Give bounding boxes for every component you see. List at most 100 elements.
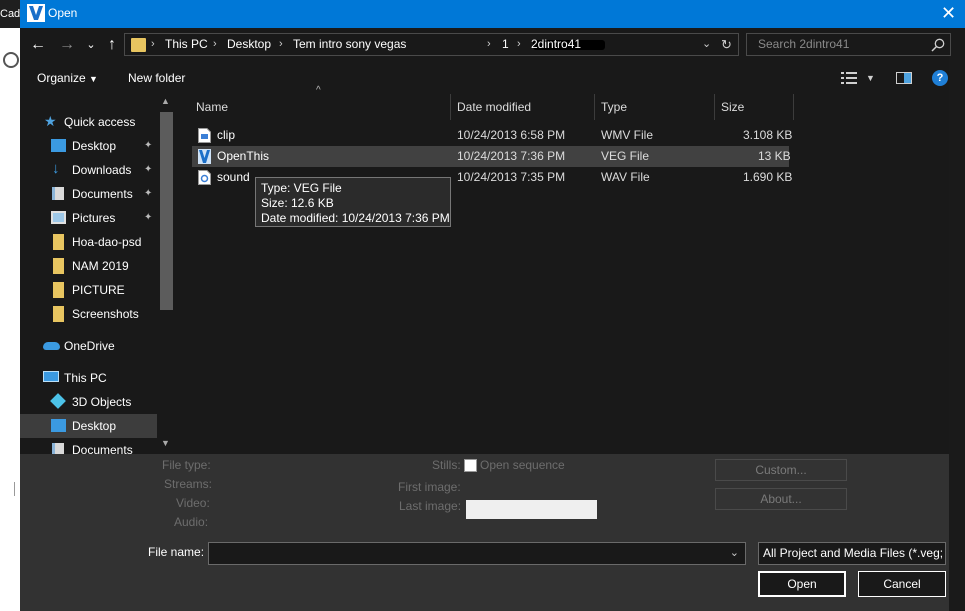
file-name-label: File name: (148, 545, 205, 559)
file-type: VEG File (601, 149, 650, 163)
desktop-folder-icon (51, 419, 66, 432)
documents-icon (52, 443, 64, 454)
last-image-field[interactable] (466, 500, 597, 519)
sidebar-item-pictures[interactable]: Pictures ✦ (20, 206, 158, 230)
column-divider[interactable] (714, 94, 715, 120)
sidebar-item-label: Pictures (72, 211, 116, 225)
up-button[interactable]: ↑ (102, 33, 122, 57)
sidebar-item-label: Downloads (72, 163, 132, 177)
file-name: sound (217, 170, 250, 184)
view-options-icon[interactable] (841, 72, 857, 84)
first-image-label: First image: (398, 480, 461, 494)
address-dropdown-icon[interactable]: ⌄ (702, 34, 711, 55)
file-size: 13 KB (758, 149, 791, 163)
sidebar-item-3d-objects[interactable]: 3D Objects (20, 390, 158, 414)
breadcrumb-tem-intro[interactable]: Tem intro sony vegas (293, 34, 406, 55)
sidebar-item-documents-2[interactable]: Documents (20, 438, 158, 454)
title-bar[interactable] (20, 0, 965, 28)
sidebar-item-desktop-selected[interactable]: Desktop (20, 414, 158, 438)
address-bar[interactable]: › This PC › Desktop › Tem intro sony veg… (124, 33, 739, 56)
back-button[interactable]: ← (28, 33, 48, 57)
view-dropdown-icon[interactable]: ▼ (866, 62, 875, 94)
organize-button[interactable]: Organize ▼ (37, 62, 98, 95)
breadcrumb-this-pc[interactable]: This PC (165, 34, 208, 55)
documents-icon (52, 187, 64, 200)
breadcrumb-desktop[interactable]: Desktop (227, 34, 271, 55)
video-file-icon (198, 128, 211, 143)
column-divider[interactable] (793, 94, 794, 120)
sidebar-item-screenshots[interactable]: Screenshots (20, 302, 158, 326)
cancel-button[interactable]: Cancel (858, 571, 946, 597)
column-header-size[interactable]: Size (721, 94, 744, 120)
organize-label: Organize (37, 71, 86, 85)
chevron-down-icon[interactable]: ⌄ (730, 543, 739, 564)
column-divider[interactable] (594, 94, 595, 120)
sidebar-item-label: Quick access (64, 115, 136, 129)
close-button[interactable]: ✕ (932, 0, 965, 28)
file-date: 10/24/2013 7:36 PM (457, 149, 566, 163)
file-size: 1.690 KB (743, 170, 793, 184)
search-icon[interactable] (930, 37, 946, 53)
pin-icon[interactable]: ✦ (144, 182, 152, 206)
star-icon: ★ (44, 113, 57, 129)
stills-label: Stills: (432, 458, 461, 472)
breadcrumb-2dintro41[interactable]: 2dintro41 (531, 34, 581, 55)
open-sequence-label: Open sequence (480, 458, 565, 472)
column-header-type[interactable]: Type (601, 94, 627, 120)
download-arrow-icon: ↓ (52, 160, 60, 177)
sidebar-item-label: Screenshots (72, 307, 139, 321)
new-folder-button[interactable]: New folder (128, 62, 185, 94)
sidebar-item-downloads[interactable]: ↓ Downloads ✦ (20, 158, 158, 182)
help-icon[interactable]: ? (932, 70, 948, 86)
navigation-scrollbar[interactable]: ▲ ▼ (157, 94, 177, 454)
navigation-pane: ★ Quick access Desktop ✦ ↓ Downloads ✦ D… (20, 94, 177, 454)
sidebar-item-label: This PC (64, 371, 107, 385)
breadcrumb-separator: › (517, 38, 521, 50)
sidebar-item-picture[interactable]: PICTURE (20, 278, 158, 302)
last-image-label: Last image: (399, 499, 462, 513)
folder-icon (53, 306, 64, 322)
file-row-clip[interactable]: clip 10/24/2013 6:58 PM WMV File 3.108 K… (192, 125, 792, 146)
sidebar-item-label: Documents (72, 187, 133, 201)
about-button[interactable]: About... (715, 488, 847, 510)
breadcrumb-1[interactable]: 1 (502, 34, 509, 55)
command-bar: Organize ▼ New folder ▼ ? (20, 62, 949, 94)
scroll-up-icon[interactable]: ▲ (161, 96, 170, 106)
search-placeholder: Search 2dintro41 (758, 37, 850, 51)
sidebar-item-documents[interactable]: Documents ✦ (20, 182, 158, 206)
preview-pane-icon[interactable] (896, 72, 912, 84)
forward-button[interactable]: → (57, 33, 77, 57)
sidebar-item-quick-access[interactable]: ★ Quick access (20, 110, 158, 134)
open-button[interactable]: Open (758, 571, 846, 597)
scroll-down-icon[interactable]: ▼ (161, 438, 170, 448)
file-name: OpenThis (217, 149, 270, 163)
file-type-value: All Project and Media Files (*.veg; (763, 546, 944, 560)
streams-label: Streams: (164, 477, 213, 491)
custom-button[interactable]: Custom... (715, 459, 847, 481)
file-type: WAV File (601, 170, 650, 184)
sidebar-item-nam-2019[interactable]: NAM 2019 (20, 254, 158, 278)
file-name-input[interactable]: ⌄ (208, 542, 746, 565)
column-divider[interactable] (450, 94, 451, 120)
refresh-icon[interactable]: ↻ (721, 34, 732, 55)
file-type-select[interactable]: All Project and Media Files (*.veg; (758, 542, 946, 565)
file-row-openthis[interactable]: OpenThis 10/24/2013 7:36 PM VEG File 13 … (192, 146, 791, 167)
pin-icon[interactable]: ✦ (144, 206, 152, 230)
search-box[interactable]: Search 2dintro41 (746, 33, 951, 56)
column-header-name[interactable]: Name (196, 94, 228, 120)
scroll-thumb[interactable] (160, 112, 173, 310)
open-sequence-checkbox[interactable] (464, 459, 477, 472)
sidebar-item-onedrive[interactable]: OneDrive (20, 334, 158, 358)
pictures-icon (51, 211, 66, 224)
pin-icon[interactable]: ✦ (144, 158, 152, 182)
sidebar-item-desktop[interactable]: Desktop ✦ (20, 134, 158, 158)
sidebar-item-this-pc[interactable]: This PC (20, 366, 158, 390)
breadcrumb-separator: › (487, 38, 491, 50)
background-app-icon (3, 52, 19, 68)
window-title: Open (48, 6, 78, 20)
pin-icon[interactable]: ✦ (144, 134, 152, 158)
cloud-icon (43, 342, 60, 350)
recent-locations-button[interactable]: ⌄ (84, 33, 98, 57)
sidebar-item-hoa-dao-psd[interactable]: Hoa-dao-psd (20, 230, 158, 254)
column-header-date[interactable]: Date modified (457, 94, 531, 120)
